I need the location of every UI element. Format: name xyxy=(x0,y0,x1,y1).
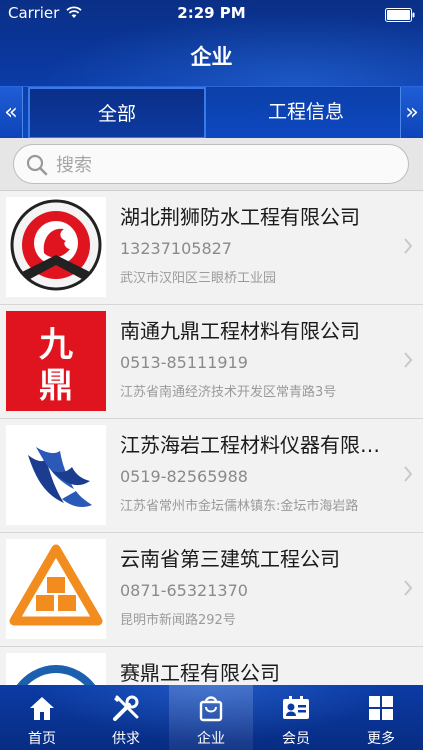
status-bar: Carrier 2:29 PM xyxy=(0,0,423,28)
chevron-right-icon xyxy=(404,352,413,368)
category-tabs: « 全部 工程信息 » xyxy=(0,86,423,139)
tabbar-label: 首页 xyxy=(28,731,56,747)
tabbar-more[interactable]: 更多 xyxy=(339,685,423,750)
grid-icon xyxy=(369,696,393,720)
scroll-right-button[interactable]: » xyxy=(400,87,423,139)
saiding-logo xyxy=(6,653,106,685)
company-phone: 13237105827 xyxy=(120,239,232,258)
company-phone: 0513-85111919 xyxy=(120,353,248,372)
company-address: 江苏省南通经济技术开发区常青路3号 xyxy=(120,385,337,400)
company-name: 南通九鼎工程材料有限公司 xyxy=(120,319,360,343)
list-item[interactable]: 云南省第三建筑工程公司 0871-65321370 昆明市新闻路292号 xyxy=(0,533,423,647)
company-name: 湖北荆狮防水工程有限公司 xyxy=(120,205,360,229)
company-phone: 0519-82565988 xyxy=(120,467,248,486)
tab-project-info[interactable]: 工程信息 xyxy=(210,87,402,139)
tab-all[interactable]: 全部 xyxy=(28,87,206,139)
search-box[interactable] xyxy=(13,144,409,184)
triangle-blocks-logo xyxy=(6,539,106,639)
jiuding-logo: 九 鼎 xyxy=(6,311,106,411)
shopping-bag-icon xyxy=(199,696,223,722)
company-logo xyxy=(6,539,106,639)
company-address: 江苏省常州市金坛儒林镇东:金坛市海岩路 xyxy=(120,499,359,514)
company-list: 湖北荆狮防水工程有限公司 13237105827 武汉市汉阳区三眼桥工业园 九 … xyxy=(0,191,423,685)
tools-icon xyxy=(113,695,139,721)
tabbar-supply[interactable]: 供求 xyxy=(84,685,168,750)
company-logo xyxy=(6,653,106,685)
scroll-left-button[interactable]: « xyxy=(0,87,23,139)
tabbar-label: 供求 xyxy=(112,731,140,747)
company-phone: 0871-65321370 xyxy=(120,581,248,600)
status-time: 2:29 PM xyxy=(177,4,246,22)
company-logo: 九 鼎 xyxy=(6,311,106,411)
list-item[interactable]: 赛鼎工程有限公司 xyxy=(0,647,423,685)
lion-seal-logo xyxy=(6,197,106,297)
tabbar-label: 企业 xyxy=(197,731,225,747)
list-item[interactable]: 九 鼎 南通九鼎工程材料有限公司 0513-85111919 江苏省南通经济技术… xyxy=(0,305,423,419)
battery-icon xyxy=(385,8,415,22)
chevron-right-icon xyxy=(404,238,413,254)
company-logo xyxy=(6,425,106,525)
search-icon xyxy=(26,154,48,176)
company-name: 赛鼎工程有限公司 xyxy=(120,661,280,685)
search-input[interactable] xyxy=(54,151,398,179)
tabbar-member[interactable]: 会员 xyxy=(254,685,338,750)
svg-text:鼎: 鼎 xyxy=(39,366,73,406)
company-name: 江苏海岩工程材料仪器有限公司 xyxy=(120,433,390,457)
tabbar-label: 会员 xyxy=(282,731,310,747)
tabbar-enterprise[interactable]: 企业 xyxy=(169,685,253,750)
company-address: 武汉市汉阳区三眼桥工业园 xyxy=(120,271,277,286)
bird-logo xyxy=(6,425,106,525)
search-bar xyxy=(0,138,423,191)
list-item[interactable]: 湖北荆狮防水工程有限公司 13237105827 武汉市汉阳区三眼桥工业园 xyxy=(0,191,423,305)
chevron-right-icon xyxy=(404,466,413,482)
page-title: 企业 xyxy=(190,45,233,69)
chevron-right-icon xyxy=(404,580,413,596)
company-name: 云南省第三建筑工程公司 xyxy=(120,547,340,571)
company-address: 昆明市新闻路292号 xyxy=(120,613,236,628)
tabbar-label: 更多 xyxy=(367,731,395,747)
company-logo xyxy=(6,197,106,297)
member-card-icon xyxy=(283,696,309,719)
bottom-tab-bar: 首页 供求 企业 会员 更多 xyxy=(0,685,423,750)
svg-text:九: 九 xyxy=(39,325,73,365)
home-icon xyxy=(30,697,54,720)
list-item[interactable]: 江苏海岩工程材料仪器有限公司 0519-82565988 江苏省常州市金坛儒林镇… xyxy=(0,419,423,533)
tabbar-home[interactable]: 首页 xyxy=(0,685,84,750)
header: Carrier 2:29 PM 企业 « 全部 工程信息 » xyxy=(0,0,423,139)
